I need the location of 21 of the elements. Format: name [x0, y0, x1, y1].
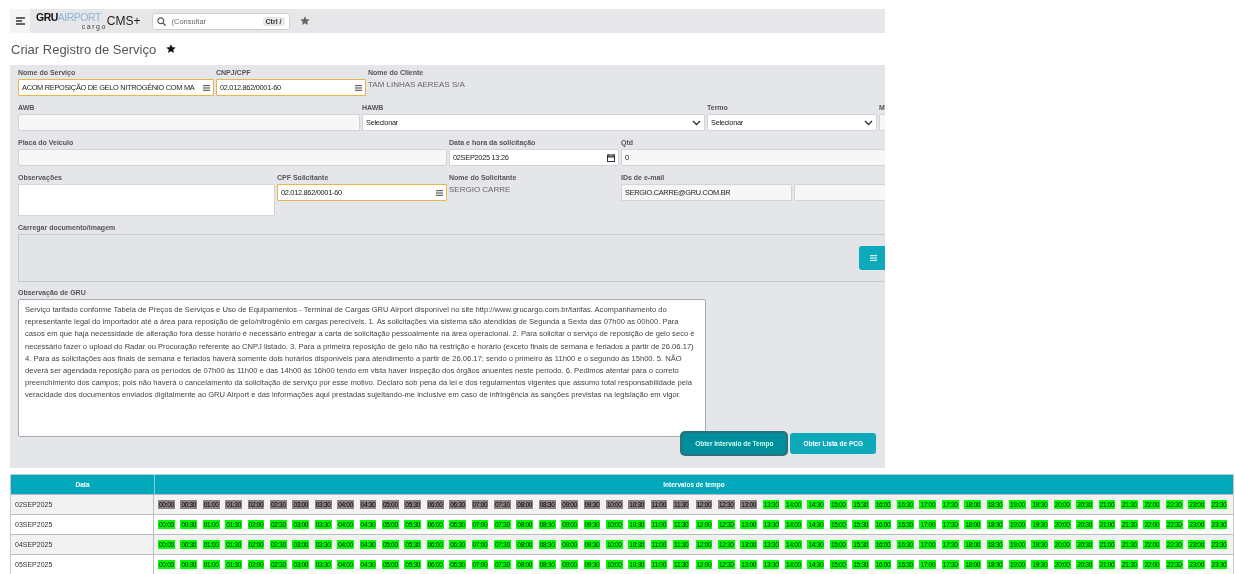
caret-icon[interactable]	[864, 119, 873, 126]
menu-icon[interactable]	[15, 17, 25, 25]
input-field[interactable]	[18, 114, 360, 131]
field-value: SERGIO CARRE	[449, 184, 512, 194]
menu-button[interactable]	[10, 9, 30, 33]
calendar-icon[interactable]	[607, 153, 615, 162]
logo-text: AIRPORT	[57, 12, 101, 23]
app-name: CMS+	[106, 14, 141, 28]
list-icon[interactable]	[436, 189, 443, 196]
caret-icon[interactable]	[692, 119, 701, 126]
list-icon[interactable]	[355, 84, 362, 91]
search-icon	[156, 16, 166, 26]
favorite-star-icon[interactable]	[166, 44, 177, 54]
field-value: TAM LINHAS AEREAS S/A	[368, 79, 466, 89]
textarea-field[interactable]	[18, 184, 275, 216]
page-title: Criar Registro de Serviço	[11, 41, 157, 57]
input-field[interactable]	[794, 184, 885, 201]
input-field[interactable]	[18, 149, 447, 166]
favorite-star-icon[interactable]	[299, 16, 310, 26]
list-icon[interactable]	[203, 84, 210, 91]
logo-text: GRU	[36, 12, 58, 23]
